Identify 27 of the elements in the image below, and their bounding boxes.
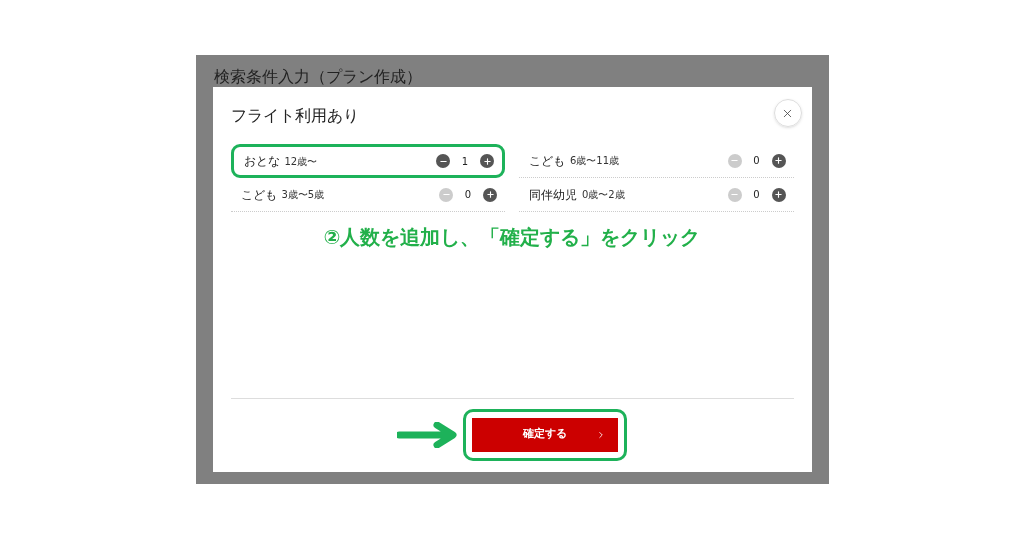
arrow-icon xyxy=(397,421,459,448)
plus-button[interactable] xyxy=(483,187,497,202)
age-range: 12歳〜 xyxy=(284,154,318,169)
minus-button[interactable] xyxy=(436,154,450,168)
plus-icon xyxy=(774,156,783,165)
confirm-button[interactable]: 確定する xyxy=(472,417,618,452)
age-range: 0歳〜2歳 xyxy=(582,188,625,202)
plus-icon xyxy=(482,156,492,166)
count-value: 0 xyxy=(752,154,761,168)
passenger-label: おとな xyxy=(243,153,280,170)
instruction-text: ②人数を追加し、「確定する」をクリック xyxy=(322,224,702,251)
passenger-label: こども xyxy=(240,186,277,204)
plus-icon xyxy=(485,190,495,199)
plus-button[interactable] xyxy=(771,153,786,168)
chevron-icon xyxy=(596,429,606,440)
count-value: 0 xyxy=(752,188,761,202)
age-range: 6歳〜11歳 xyxy=(570,154,620,168)
plus-button[interactable] xyxy=(480,154,494,168)
passenger-label: こども xyxy=(529,152,565,170)
plus-icon xyxy=(774,190,783,199)
plus-button[interactable] xyxy=(771,187,786,202)
count-value: 0 xyxy=(463,188,473,202)
passenger-label: 同伴幼児 xyxy=(529,186,577,204)
age-range: 3歳〜5歳 xyxy=(281,188,325,202)
dialog-title: フライト利用あり xyxy=(230,105,359,127)
page-title: 検索条件入力（プラン作成） xyxy=(213,67,423,87)
count-value: 1 xyxy=(460,154,470,169)
